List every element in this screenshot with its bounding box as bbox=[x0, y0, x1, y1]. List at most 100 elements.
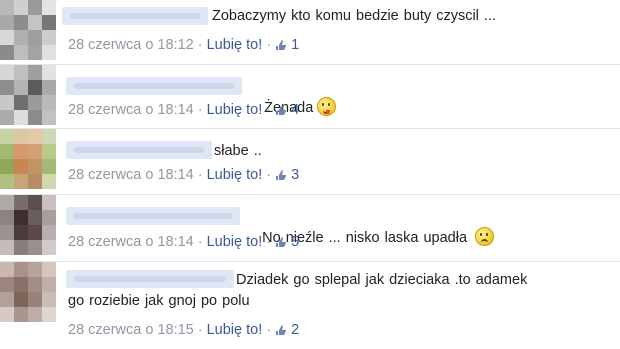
avatar-pixel bbox=[28, 95, 42, 110]
like-link[interactable]: Lubię to! bbox=[207, 322, 263, 338]
avatar-pixel bbox=[14, 95, 28, 110]
avatar-pixel bbox=[42, 210, 56, 225]
comment-meta: 28 czerwca o 18:14 · Lubię to! · 4 bbox=[68, 102, 300, 118]
commenter-name[interactable] bbox=[66, 77, 242, 95]
avatar-pixel bbox=[42, 15, 56, 30]
avatar-pixel bbox=[0, 174, 14, 189]
avatar-pixel bbox=[28, 174, 42, 189]
avatar-pixel bbox=[0, 277, 14, 292]
like-link[interactable]: Lubię to! bbox=[207, 234, 263, 250]
thumbs-up-icon bbox=[276, 170, 287, 180]
avatar-pixel bbox=[0, 30, 14, 45]
avatar-pixel bbox=[28, 144, 42, 159]
avatar-pixel bbox=[42, 262, 56, 277]
thumbs-up-icon bbox=[276, 237, 287, 247]
comment-text: Dziadek go splepal jak dzieciaka .to ada… bbox=[68, 272, 528, 309]
comment-item: słabe .. 28 czerwca o 18:14 · Lubię to! · 3 bbox=[0, 129, 620, 195]
avatar-pixel bbox=[28, 195, 42, 210]
avatar-pixel bbox=[42, 65, 56, 80]
avatar-pixel bbox=[28, 129, 42, 144]
commenter-name[interactable] bbox=[66, 141, 212, 159]
avatar-pixel bbox=[14, 80, 28, 95]
thumbs-up-icon bbox=[276, 40, 287, 50]
avatar-pixel bbox=[14, 240, 28, 255]
commenter-name[interactable] bbox=[62, 7, 208, 25]
commenter-name[interactable] bbox=[66, 207, 240, 225]
avatar-pixel bbox=[28, 292, 42, 307]
avatar[interactable] bbox=[0, 195, 56, 255]
avatar-pixel bbox=[0, 65, 14, 80]
avatar-pixel bbox=[28, 45, 42, 60]
comment-timestamp[interactable]: 28 czerwca o 18:12 bbox=[68, 37, 194, 53]
avatar-pixel bbox=[28, 159, 42, 174]
avatar-pixel bbox=[0, 292, 14, 307]
avatar-pixel bbox=[28, 225, 42, 240]
like-count[interactable]: 2 bbox=[275, 322, 299, 338]
avatar-pixel bbox=[42, 195, 56, 210]
avatar-pixel bbox=[42, 80, 56, 95]
avatar-pixel bbox=[42, 129, 56, 144]
like-link[interactable]: Lubię to! bbox=[207, 167, 263, 183]
avatar-pixel bbox=[0, 129, 14, 144]
avatar-pixel bbox=[14, 45, 28, 60]
comment-meta: 28 czerwca o 18:14 · Lubię to! · 3 bbox=[68, 167, 300, 183]
avatar-pixel bbox=[42, 159, 56, 174]
comment-timestamp[interactable]: 28 czerwca o 18:14 bbox=[68, 102, 194, 118]
avatar[interactable] bbox=[0, 262, 56, 322]
comment-timestamp[interactable]: 28 czerwca o 18:14 bbox=[68, 167, 194, 183]
avatar-pixel bbox=[42, 30, 56, 45]
avatar-pixel bbox=[42, 45, 56, 60]
avatar-pixel bbox=[14, 159, 28, 174]
avatar-pixel bbox=[28, 15, 42, 30]
avatar-pixel bbox=[0, 262, 14, 277]
avatar[interactable] bbox=[0, 129, 56, 189]
avatar-pixel bbox=[14, 15, 28, 30]
thumbs-up-icon bbox=[276, 105, 287, 115]
comment-meta: 28 czerwca o 18:15 · Lubię to! · 2 bbox=[68, 322, 300, 338]
avatar-pixel bbox=[28, 262, 42, 277]
comment-item: Zobaczymy kto komu bedzie buty czyscil .… bbox=[0, 0, 620, 65]
avatar-pixel bbox=[28, 80, 42, 95]
like-count-value: 4 bbox=[291, 102, 300, 118]
like-count[interactable]: 5 bbox=[275, 234, 299, 250]
avatar-pixel bbox=[14, 225, 28, 240]
like-count[interactable]: 4 bbox=[275, 102, 299, 118]
tongue-emoji-icon bbox=[317, 97, 337, 116]
avatar-pixel bbox=[0, 110, 14, 125]
avatar-pixel bbox=[28, 210, 42, 225]
avatar-pixel bbox=[28, 240, 42, 255]
avatar-pixel bbox=[14, 277, 28, 292]
comment-timestamp[interactable]: 28 czerwca o 18:14 bbox=[68, 234, 194, 250]
avatar-pixel bbox=[14, 110, 28, 125]
comment-meta: 28 czerwca o 18:12 · Lubię to! · 1 bbox=[68, 37, 300, 53]
comment-text: Zobaczymy kto komu bedzie buty czyscil .… bbox=[212, 8, 497, 24]
avatar-pixel bbox=[0, 210, 14, 225]
avatar-pixel bbox=[42, 174, 56, 189]
avatar-pixel bbox=[14, 144, 28, 159]
comment-text: słabe .. bbox=[214, 143, 262, 159]
like-count[interactable]: 1 bbox=[275, 37, 299, 53]
avatar-pixel bbox=[28, 307, 42, 322]
avatar-pixel bbox=[28, 65, 42, 80]
comment-timestamp[interactable]: 28 czerwca o 18:15 bbox=[68, 322, 194, 338]
like-count-value: 5 bbox=[291, 234, 300, 250]
avatar-pixel bbox=[14, 307, 28, 322]
avatar-pixel bbox=[42, 0, 56, 15]
avatar-pixel bbox=[0, 144, 14, 159]
like-count-value: 1 bbox=[291, 37, 300, 53]
like-link[interactable]: Lubię to! bbox=[207, 37, 263, 53]
avatar-pixel bbox=[28, 30, 42, 45]
avatar-pixel bbox=[0, 240, 14, 255]
avatar[interactable] bbox=[0, 0, 56, 60]
avatar[interactable] bbox=[0, 65, 56, 125]
avatar-pixel bbox=[0, 195, 14, 210]
thumbs-up-icon bbox=[276, 325, 287, 335]
avatar-pixel bbox=[42, 225, 56, 240]
avatar-pixel bbox=[14, 210, 28, 225]
avatar-pixel bbox=[42, 277, 56, 292]
comment-meta: 28 czerwca o 18:14 · Lubię to! · 5 bbox=[68, 234, 300, 250]
avatar-pixel bbox=[0, 95, 14, 110]
like-link[interactable]: Lubię to! bbox=[207, 102, 263, 118]
avatar-pixel bbox=[0, 0, 14, 15]
like-count[interactable]: 3 bbox=[275, 167, 299, 183]
